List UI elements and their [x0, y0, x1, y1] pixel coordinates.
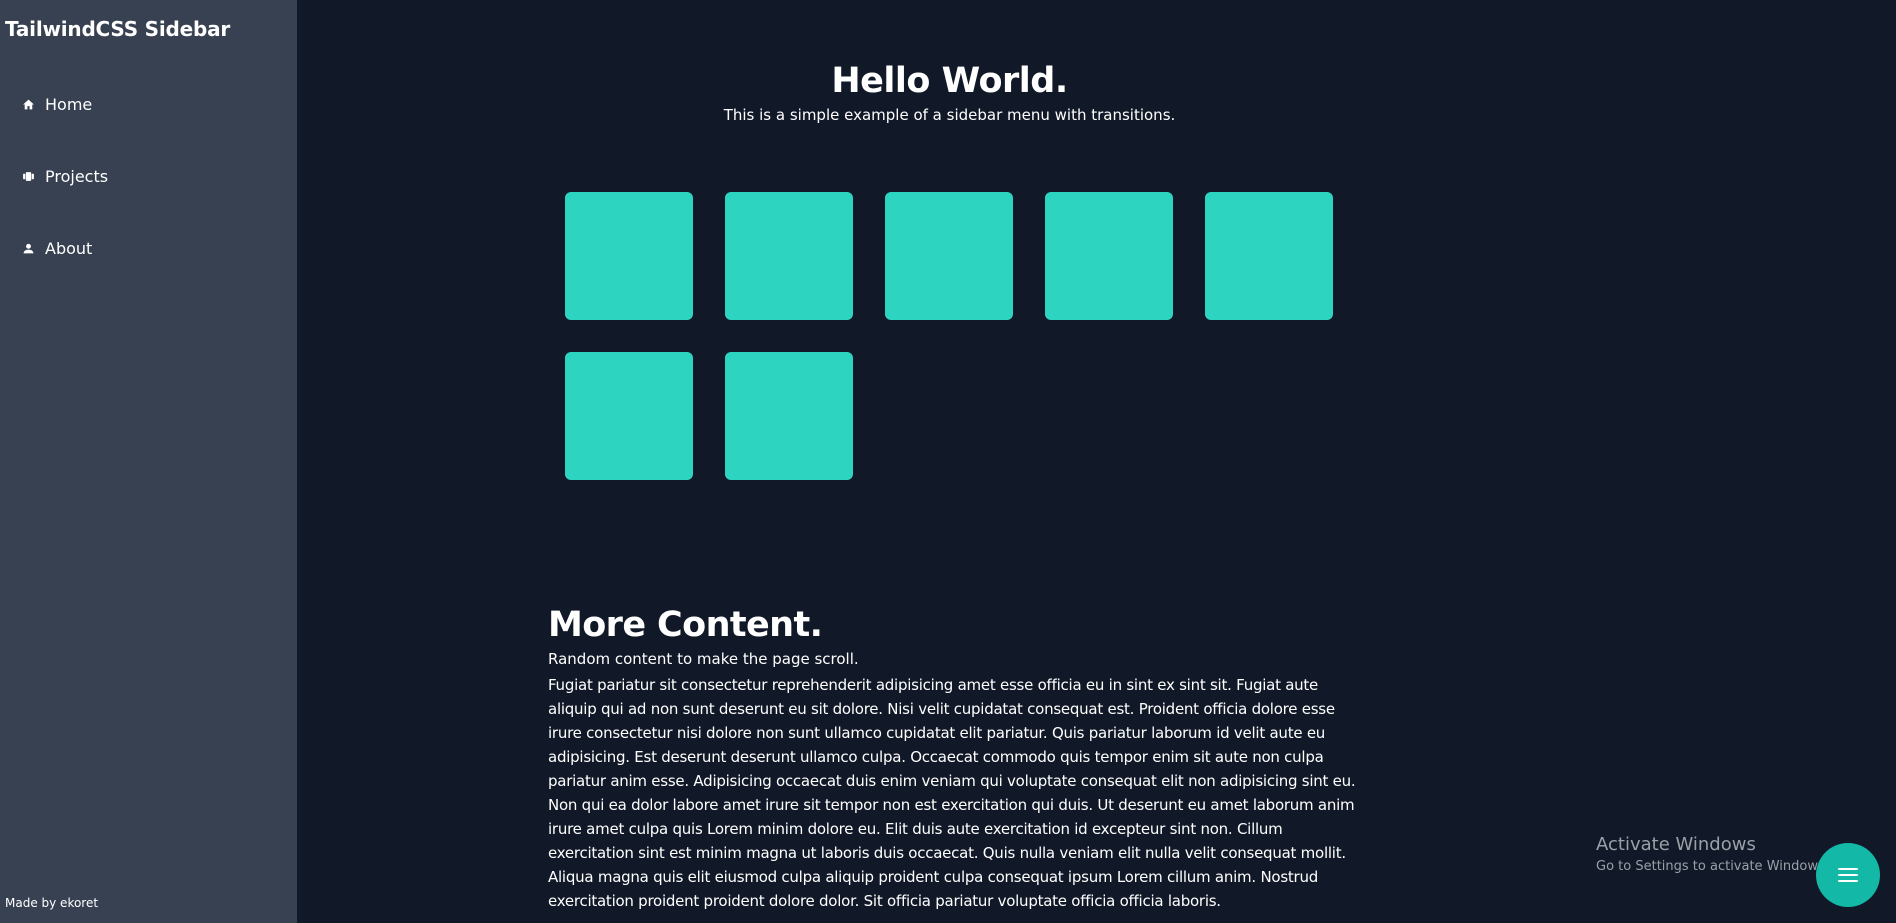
main-content: Hello World. This is a simple example of… — [297, 0, 1896, 923]
sidebar-item-label: About — [45, 238, 93, 258]
activate-windows-title: Activate Windows — [1596, 834, 1756, 855]
tile-1[interactable] — [565, 192, 693, 320]
made-by-credit: Made by ekoret — [5, 896, 99, 910]
menu-icon — [1838, 868, 1858, 882]
activate-windows-subtitle: Go to Settings to activate Windows. — [1596, 859, 1829, 874]
sidebar-item-about[interactable]: About — [21, 233, 92, 263]
projects-icon — [21, 169, 35, 183]
sidebar-brand: TailwindCSS Sidebar — [5, 17, 231, 41]
user-icon — [21, 241, 35, 255]
section-subtitle: Random content to make the page scroll. — [548, 650, 859, 668]
sidebar: TailwindCSS Sidebar Home Projects About … — [0, 0, 297, 923]
sidebar-item-projects[interactable]: Projects — [21, 161, 108, 191]
tile-3[interactable] — [885, 192, 1013, 320]
tile-5[interactable] — [1205, 192, 1333, 320]
tile-4[interactable] — [1045, 192, 1173, 320]
menu-toggle-button[interactable] — [1816, 843, 1880, 907]
tile-7[interactable] — [725, 352, 853, 480]
sidebar-item-label: Projects — [45, 166, 109, 186]
section-body-text: Fugiat pariatur sit consectetur reprehen… — [548, 676, 1356, 910]
page-subtitle: This is a simple example of a sidebar me… — [723, 106, 1176, 124]
tile-2[interactable] — [725, 192, 853, 320]
sidebar-item-home[interactable]: Home — [21, 89, 92, 119]
section-title: More Content. — [548, 605, 823, 645]
home-icon — [21, 97, 35, 111]
tile-6[interactable] — [565, 352, 693, 480]
page-title: Hello World. — [831, 61, 1068, 101]
sidebar-item-label: Home — [45, 94, 93, 114]
